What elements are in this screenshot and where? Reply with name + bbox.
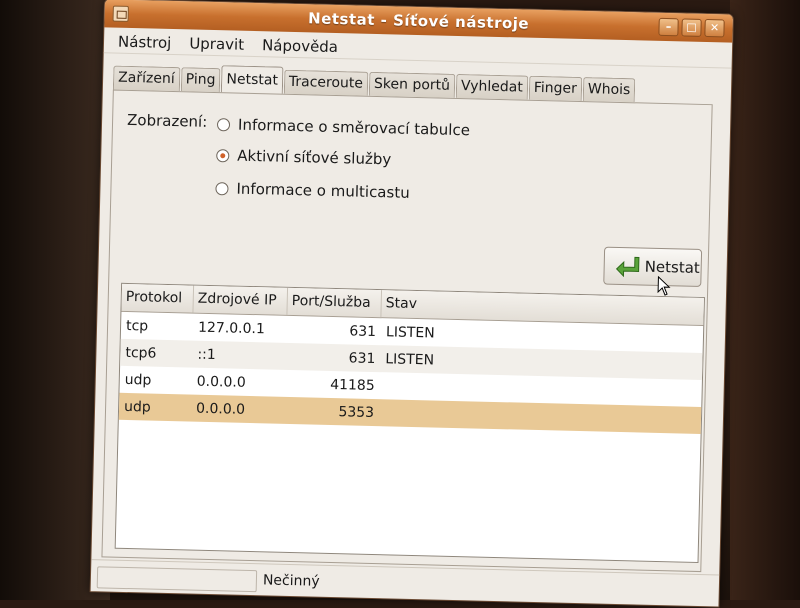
tab-whois[interactable]: Whois (582, 77, 636, 103)
radio-multicast-label: Informace o multicastu (236, 179, 410, 202)
radio-active-services-indicator[interactable] (216, 148, 230, 162)
tab-ping[interactable]: Ping (180, 67, 221, 93)
cell-protocol: udp (124, 371, 152, 389)
enter-arrow-icon (615, 256, 640, 278)
tab-netstat[interactable]: Netstat (221, 65, 284, 95)
minimize-icon[interactable]: – (658, 17, 679, 37)
netstat-button[interactable]: Netstat (603, 246, 703, 287)
column-port-service[interactable]: Port/Služba (287, 287, 383, 318)
display-label: Zobrazení: (126, 110, 208, 131)
status-text: Nečinný (262, 572, 320, 590)
mouse-cursor-icon (657, 275, 671, 296)
tab-zarizeni[interactable]: Zařízení (112, 65, 180, 92)
cell-state: LISTEN (385, 350, 435, 368)
cell-ip: 0.0.0.0 (196, 373, 246, 391)
radio-active-services[interactable]: Aktivní síťové služby (216, 146, 391, 168)
status-progress-area (96, 566, 258, 593)
cell-state (380, 386, 680, 393)
tab-traceroute[interactable]: Traceroute (283, 69, 369, 96)
radio-multicast-indicator[interactable] (215, 181, 229, 195)
window-controls: – □ ✕ (658, 17, 725, 38)
cell-ip: 127.0.0.1 (197, 319, 266, 337)
cell-protocol: tcp6 (125, 344, 157, 362)
cell-port: 631 (348, 349, 376, 367)
menu-nastroj[interactable]: Nástroj (118, 33, 172, 54)
tab-sken-portu[interactable]: Sken portů (368, 71, 456, 98)
netstat-panel: Zobrazení: Informace o směrovací tabulce… (101, 89, 713, 573)
radio-active-services-label: Aktivní síťové služby (237, 146, 392, 169)
tab-vyhledat[interactable]: Vyhledat (455, 73, 529, 100)
column-source-ip[interactable]: Zdrojové IP (193, 285, 289, 315)
netstat-button-label: Netstat (644, 257, 701, 277)
column-protocol[interactable]: Protokol (121, 283, 195, 313)
radio-routing-table-indicator[interactable] (216, 117, 231, 131)
tab-finger[interactable]: Finger (528, 75, 583, 101)
cell-port: 631 (349, 322, 377, 340)
radio-multicast[interactable]: Informace o multicastu (215, 179, 410, 202)
desktop-background-right (730, 0, 800, 600)
connections-table[interactable]: Protokol Zdrojové IP Port/Služba Stav tc… (114, 282, 705, 563)
cell-ip: ::1 (197, 346, 216, 363)
cell-ip: 0.0.0.0 (195, 400, 246, 418)
cell-state (379, 413, 679, 420)
cell-port: 41185 (329, 376, 375, 394)
menu-napoveda[interactable]: Nápověda (262, 36, 338, 58)
app-window: Netstat - Síťové nástroje – □ ✕ Nástroj … (89, 0, 734, 608)
radio-routing-table[interactable]: Informace o směrovací tabulce (216, 115, 471, 140)
radio-routing-table-label: Informace o směrovací tabulce (237, 115, 471, 140)
maximize-icon[interactable]: □ (681, 18, 702, 37)
cell-protocol: udp (123, 398, 151, 416)
cell-state: LISTEN (385, 323, 435, 341)
cell-port: 5353 (338, 403, 375, 421)
menu-upravit[interactable]: Upravit (189, 34, 244, 55)
close-icon[interactable]: ✕ (704, 18, 725, 38)
cell-protocol: tcp (125, 317, 149, 334)
